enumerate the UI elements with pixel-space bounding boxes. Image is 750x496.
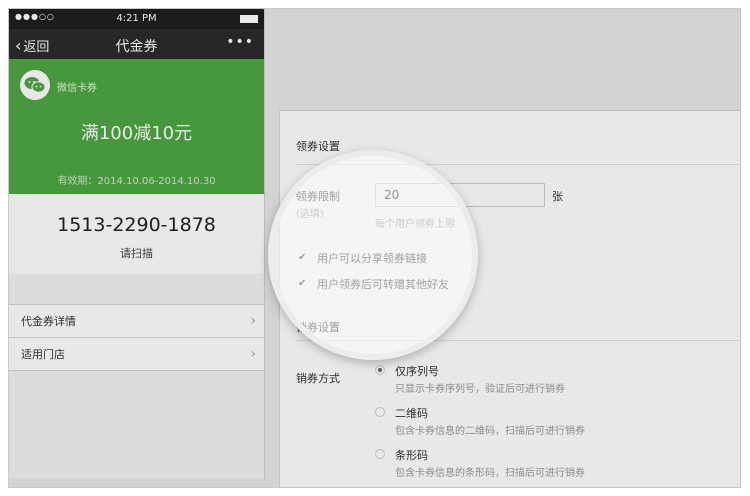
chevron-right-icon: › — [250, 313, 256, 329]
wechat-logo-icon — [20, 70, 50, 100]
coupon-amount: 满100减10元 — [80, 123, 193, 144]
coupon-brand: 微信卡券 — [57, 83, 97, 94]
settings-panel: 领券设置 领券限制 (选填) 20 张 每个用户领券上限 ✔ 用户可以分享领券链… — [279, 110, 740, 487]
radio-desc: 包含卡券信息的二维码，扫描后可进行销券 — [395, 426, 585, 437]
radio-title: 二维码 — [395, 407, 428, 420]
limit-label: 领券限制 — [296, 190, 340, 203]
cell-coupon-details[interactable]: 代金券详情 › — [9, 305, 264, 338]
section-divider — [296, 164, 740, 165]
battery-icon — [240, 15, 258, 23]
gift-friend-checkbox[interactable]: ✔ 用户领券后可转赠其他好友 — [298, 276, 449, 292]
radio-icon — [375, 407, 385, 417]
cell-label: 代金券详情 — [21, 315, 76, 328]
cell-label: 适用门店 — [21, 348, 65, 361]
claim-section-title: 领券设置 — [296, 140, 340, 153]
scan-hint: 请扫描 — [120, 247, 153, 260]
chevron-right-icon: › — [250, 346, 256, 362]
nav-bar: ‹ 返回 代金券 ••• — [9, 29, 264, 59]
redeem-section-title: 销券设置 — [296, 321, 340, 334]
status-time: 4:21 PM — [116, 13, 157, 24]
checkbox-label: 用户可以分享领券链接 — [317, 252, 427, 265]
coupon-code: 1513-2290-1878 — [57, 214, 216, 236]
limit-optional: (选填) — [296, 209, 324, 220]
radio-title: 仅序列号 — [395, 365, 439, 378]
checkmark-icon: ✔ — [298, 252, 307, 263]
claim-limit-input[interactable]: 20 — [375, 183, 545, 207]
status-bar: ●●●○○ 4:21 PM — [9, 9, 264, 29]
phone-preview: ●●●○○ 4:21 PM ‹ 返回 代金券 ••• 微信卡券 满100减10元… — [9, 9, 265, 479]
limit-unit: 张 — [552, 190, 563, 203]
limit-help: 每个用户领券上限 — [375, 219, 455, 230]
checkbox-label: 用户领券后可转赠其他好友 — [317, 278, 449, 291]
cell-applicable-stores[interactable]: 适用门店 › — [9, 338, 264, 371]
radio-desc: 只显示卡券序列号，验证后可进行销券 — [395, 384, 565, 395]
share-link-checkbox[interactable]: ✔ 用户可以分享领券链接 — [298, 250, 427, 266]
coupon-card: 微信卡券 满100减10元 有效期：2014.10.06-2014.10.30 — [9, 59, 265, 199]
checkmark-icon: ✔ — [298, 278, 307, 289]
coupon-validity: 有效期：2014.10.06-2014.10.30 — [57, 176, 216, 187]
detail-list: 代金券详情 › 适用门店 › — [9, 304, 264, 371]
section-divider — [296, 340, 740, 341]
radio-title: 条形码 — [395, 449, 428, 462]
more-menu-icon[interactable]: ••• — [226, 34, 254, 50]
radio-icon — [375, 449, 385, 459]
redeem-method-label: 销券方式 — [296, 372, 340, 385]
radio-selected-icon — [375, 365, 385, 375]
radio-desc: 包含卡券信息的条形码，扫描后可进行销券 — [395, 468, 585, 479]
screenshot-stage: ●●●○○ 4:21 PM ‹ 返回 代金券 ••• 微信卡券 满100减10元… — [8, 8, 741, 488]
coupon-code-box: 1513-2290-1878 请扫描 — [9, 194, 264, 274]
